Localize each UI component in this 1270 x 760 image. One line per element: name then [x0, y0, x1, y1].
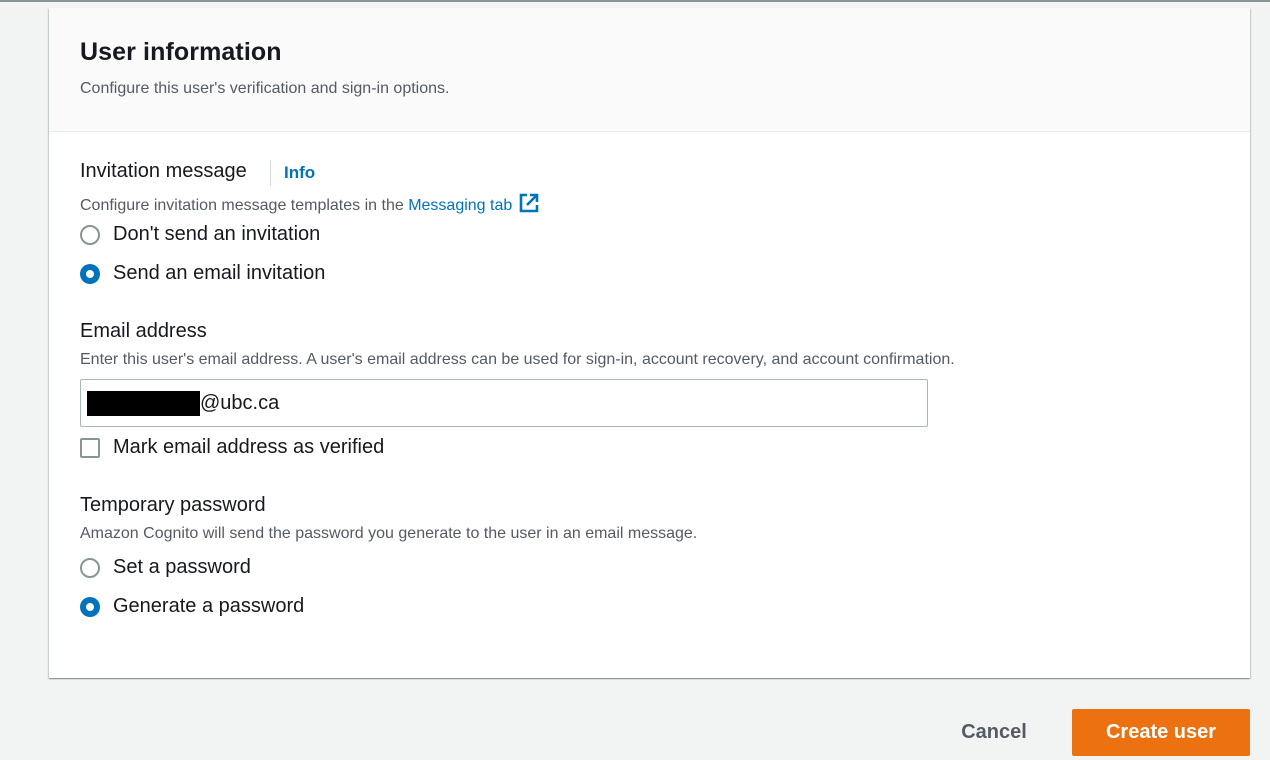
section-title: User information [80, 38, 282, 66]
cancel-button[interactable]: Cancel [944, 710, 1044, 754]
info-separator [270, 160, 271, 186]
checkbox-label: Mark email address as verified [113, 436, 385, 458]
create-user-button[interactable]: Create user [1072, 709, 1250, 756]
radio-generate-password[interactable]: Generate a password [80, 595, 304, 618]
external-link-icon[interactable] [518, 192, 540, 214]
email-address-description: Enter this user's email address. A user'… [80, 351, 955, 368]
email-address-label: Email address [80, 320, 207, 342]
info-link[interactable]: Info [284, 163, 315, 183]
mark-email-verified-checkbox[interactable] [80, 437, 100, 458]
panel-header: User information Configure this user's v… [49, 8, 1250, 132]
radio-button[interactable] [80, 557, 100, 578]
messaging-tab-link[interactable]: Messaging tab [408, 197, 512, 214]
email-input[interactable]: @ubc.ca [80, 379, 928, 427]
radio-label: Generate a password [113, 595, 305, 617]
temporary-password-description: Amazon Cognito will send the password yo… [80, 525, 698, 542]
radio-button[interactable] [80, 224, 100, 245]
radio-label: Send an email invitation [113, 262, 326, 284]
invitation-description-text: Configure invitation message templates i… [80, 197, 409, 214]
radio-dont-send-invitation[interactable]: Don't send an invitation [80, 223, 320, 246]
radio-set-password[interactable]: Set a password [80, 556, 251, 579]
radio-label: Don't send an invitation [113, 223, 321, 245]
section-description: Configure this user's verification and s… [80, 80, 450, 97]
temporary-password-label: Temporary password [80, 494, 266, 516]
email-domain-text: @ubc.ca [200, 391, 280, 414]
radio-button-selected[interactable] [80, 263, 100, 284]
invitation-message-label: Invitation message [80, 160, 247, 182]
mark-email-verified-checkbox-row[interactable]: Mark email address as verified [80, 436, 384, 459]
radio-button-selected[interactable] [80, 596, 100, 617]
radio-label: Set a password [113, 556, 251, 578]
top-divider [0, 0, 1270, 2]
radio-send-email-invitation[interactable]: Send an email invitation [80, 262, 325, 285]
invitation-description: Configure invitation message templates i… [80, 192, 540, 215]
user-information-panel: User information Configure this user's v… [49, 8, 1250, 678]
redacted-text [87, 390, 200, 416]
